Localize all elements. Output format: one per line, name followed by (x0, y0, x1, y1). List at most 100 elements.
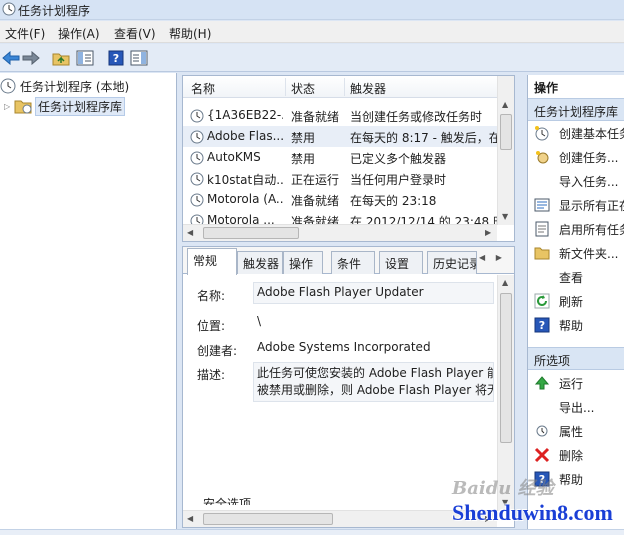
details-tabs: 常规 触发器 操作 条件 设置 历史记录 ◀ ▶ (183, 247, 514, 275)
column-trigger[interactable]: 触发器 (350, 80, 386, 97)
run-arrow-icon (534, 376, 550, 390)
action-label: 创建任务... (559, 151, 619, 165)
history-icon (535, 221, 549, 237)
author-field[interactable]: Adobe Systems Incorporated (253, 337, 494, 359)
clock-star-icon (535, 126, 549, 141)
task-name: Motorola ... (207, 213, 275, 224)
tab-scroll-buttons[interactable]: ◀ ▶ (479, 253, 512, 271)
actions-header: 操作 (528, 75, 624, 98)
author-label: 创建者: (197, 344, 238, 358)
tab-history[interactable]: 历史记录 (427, 251, 477, 274)
scroll-up-icon[interactable]: ▲ (502, 278, 508, 287)
tab-scroll-right-icon[interactable]: ▶ (496, 253, 502, 262)
up-folder-button[interactable] (50, 48, 72, 68)
column-separator[interactable] (344, 78, 345, 96)
svg-text:?: ? (539, 319, 545, 332)
action-label: 刷新 (559, 295, 584, 309)
help-toolbar-button[interactable]: ? (105, 48, 127, 68)
tab-triggers[interactable]: 触发器 (237, 251, 283, 274)
scroll-left-icon[interactable]: ◀ (187, 228, 193, 237)
show-hide-action-pane-button[interactable] (128, 48, 150, 68)
name-label: 名称: (197, 289, 226, 303)
create-basic-task-action[interactable]: 创建基本任务... (528, 121, 624, 145)
forward-button[interactable] (20, 48, 42, 68)
refresh-action[interactable]: 刷新 (528, 289, 624, 313)
menu-file[interactable]: 文件(F) (5, 25, 45, 42)
help-action[interactable]: ? 帮助 (528, 313, 624, 337)
scroll-thumb[interactable] (203, 513, 333, 525)
description-field[interactable]: 此任务可使您安装的 Adobe Flash Player 能 被禁用或删除，则 … (253, 362, 494, 402)
scroll-up-icon[interactable]: ▲ (502, 100, 508, 109)
tree-item-library[interactable]: ▷ 任务计划程序库 (4, 96, 126, 116)
tab-conditions[interactable]: 条件 (331, 251, 375, 274)
task-trigger: 已定义多个触发器 (350, 152, 447, 166)
task-list: 名称 状态 触发器 {1A36EB22-... 准备就绪 当创建任务或修改任务时… (182, 75, 515, 242)
scroll-down-icon[interactable]: ▼ (502, 212, 508, 221)
action-label: 创建基本任务... (559, 127, 624, 141)
description-label: 描述: (197, 368, 226, 382)
table-row[interactable]: k10stat自动... 正在运行 当任何用户登录时 (183, 168, 497, 189)
show-hide-tree-button[interactable] (74, 48, 96, 68)
column-separator[interactable] (285, 78, 286, 96)
task-trigger: 在每天的 23:18 (350, 194, 437, 208)
running-tasks-icon (534, 198, 550, 212)
clock-icon (190, 130, 204, 144)
pane-icon (76, 50, 94, 66)
menu-action[interactable]: 操作(A) (58, 25, 100, 42)
status-bar (0, 529, 624, 535)
column-status[interactable]: 状态 (291, 80, 315, 97)
back-button[interactable] (0, 48, 22, 68)
table-row[interactable]: {1A36EB22-... 准备就绪 当创建任务或修改任务时 (183, 105, 497, 126)
show-running-tasks-action[interactable]: 显示所有正在运行的任务 (528, 193, 624, 217)
expand-arrow-icon[interactable]: ▷ (4, 102, 14, 111)
tree-item-root[interactable]: 任务计划程序 (本地) (0, 76, 129, 96)
name-field[interactable]: Adobe Flash Player Updater (253, 282, 494, 304)
table-row[interactable]: Motorola (A... 准备就绪 在每天的 23:18 (183, 189, 497, 210)
task-name: AutoKMS (207, 150, 261, 164)
scroll-left-icon[interactable]: ◀ (187, 514, 193, 523)
table-row[interactable]: AutoKMS 禁用 已定义多个触发器 (183, 147, 497, 168)
tab-actions[interactable]: 操作 (283, 251, 323, 274)
import-task-action[interactable]: 导入任务... (528, 169, 624, 193)
task-trigger: 当创建任务或修改任务时 (350, 110, 483, 124)
table-row[interactable]: Motorola ... 准备就绪 在 2012/12/14 的 23:48 时 (183, 210, 497, 224)
run-action[interactable]: 运行 (528, 371, 624, 395)
new-folder-action[interactable]: 新文件夹... (528, 241, 624, 265)
action-label: 运行 (559, 377, 584, 391)
arrow-left-icon (2, 51, 20, 65)
task-trigger: 在每天的 8:17 - 触发后，在 (350, 131, 497, 145)
tab-settings[interactable]: 设置 (379, 251, 423, 274)
scroll-thumb[interactable] (500, 114, 512, 150)
create-task-action[interactable]: 创建任务... (528, 145, 624, 169)
enable-history-action[interactable]: 启用所有任务历史记录 (528, 217, 624, 241)
scroll-thumb[interactable] (203, 227, 299, 239)
task-list-vertical-scrollbar[interactable]: ▲ ▼ (497, 76, 514, 225)
task-status: 禁用 (291, 152, 316, 166)
scroll-thumb[interactable] (500, 293, 512, 443)
clock-icon (536, 425, 548, 437)
scroll-right-icon[interactable]: ▶ (485, 228, 491, 237)
task-list-horizontal-scrollbar[interactable]: ◀ ▶ (183, 224, 497, 241)
table-row[interactable]: Adobe Flas... 禁用 在每天的 8:17 - 触发后，在 (183, 126, 497, 147)
location-field[interactable]: \ (253, 311, 494, 331)
task-list-header: 名称 状态 触发器 (183, 76, 497, 98)
clock-icon (190, 214, 204, 224)
menu-view[interactable]: 查看(V) (114, 25, 156, 42)
action-label: 帮助 (559, 473, 584, 487)
site-watermark: Shenduwin8.com (452, 500, 613, 525)
actions-section-library[interactable]: 任务计划程序库 (528, 98, 624, 121)
export-action[interactable]: 导出... (528, 395, 624, 419)
column-name[interactable]: 名称 (191, 80, 215, 97)
folder-icon (534, 247, 550, 260)
action-label: 导出... (559, 401, 595, 415)
task-status: 正在运行 (291, 173, 340, 187)
tab-scroll-left-icon[interactable]: ◀ (479, 253, 485, 262)
details-horizontal-scrollbar[interactable]: ◀ ▶ (183, 510, 497, 527)
properties-action[interactable]: 属性 (528, 419, 624, 443)
tab-general[interactable]: 常规 (187, 248, 237, 275)
task-name: Motorola (A... (207, 192, 283, 206)
menu-help[interactable]: 帮助(H) (169, 25, 211, 42)
view-action[interactable]: 查看 (528, 265, 624, 289)
delete-action[interactable]: 删除 (528, 443, 624, 467)
actions-section-selected[interactable]: 所选项 (528, 347, 624, 370)
